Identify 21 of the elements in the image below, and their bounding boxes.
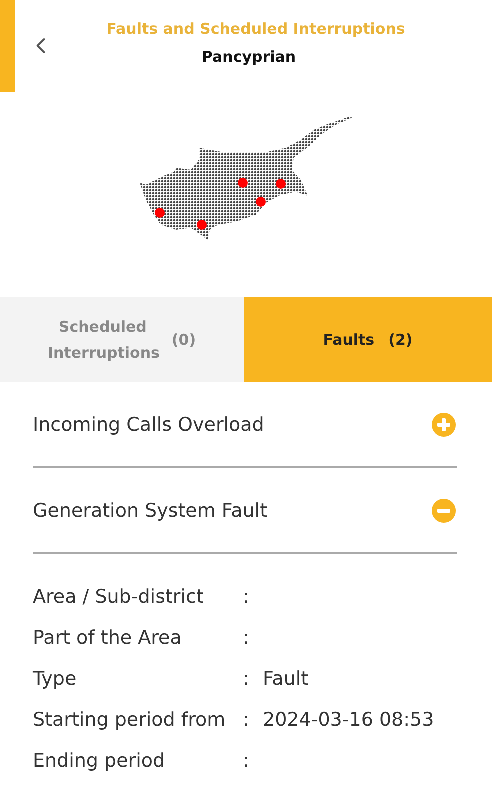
detail-label: Starting period from: [33, 708, 227, 730]
detail-separator: :: [243, 750, 250, 772]
plus-circle-icon[interactable]: [431, 412, 457, 438]
page-subtitle: Pancyprian: [202, 48, 296, 66]
tab[interactable]: Faults (2): [244, 297, 492, 382]
detail-label: Type: [33, 668, 78, 690]
detail-value: 2024-03-16 08:53: [263, 708, 436, 730]
detail-label: Area / Sub-district: [33, 586, 205, 608]
detail-label: Part of the Area: [33, 626, 183, 648]
minus-circle-icon[interactable]: [431, 498, 457, 524]
detail-separator: :: [243, 708, 250, 730]
detail-value: Fault: [263, 668, 310, 690]
detail-label: Ending period: [33, 750, 166, 772]
detail-separator: :: [243, 626, 250, 648]
detail-separator: :: [243, 586, 250, 608]
fault-title: Incoming Calls Overload: [33, 414, 264, 436]
fault-row[interactable]: Generation System Fault: [33, 468, 457, 554]
fault-title: Generation System Fault: [33, 500, 268, 522]
fault-row[interactable]: Incoming Calls Overload: [33, 382, 457, 468]
detail-separator: :: [243, 668, 250, 690]
page-title: Faults and Scheduled Interruptions: [106, 20, 406, 38]
